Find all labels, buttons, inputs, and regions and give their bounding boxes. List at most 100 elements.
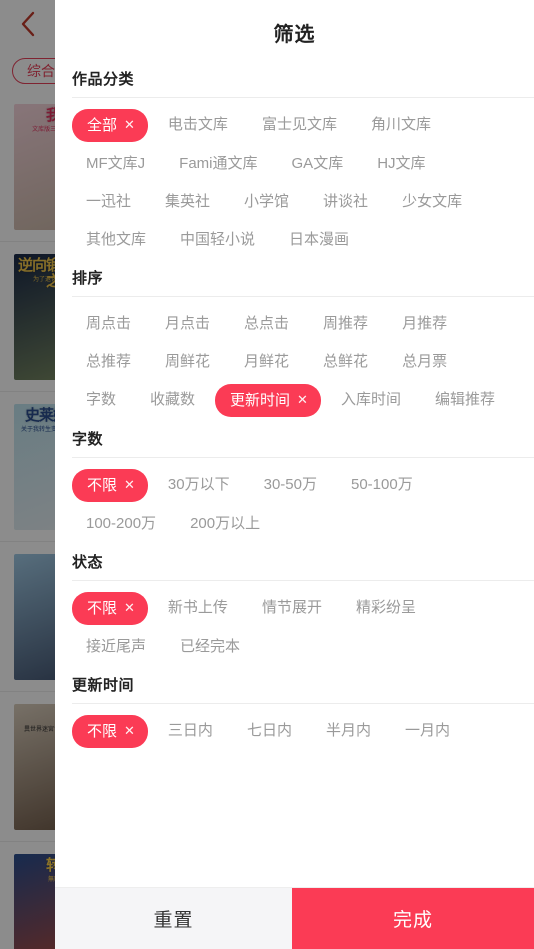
filter-tag[interactable]: 月推荐 <box>388 308 461 340</box>
filter-tag-label: 一迅社 <box>86 193 132 210</box>
filter-section: 作品分类全部 ✕ 电击文库 富士见文库 角川文库 MF文库J Fami通文库 GA文库 HJ文库… <box>55 64 534 263</box>
filter-tag[interactable]: 七日内 <box>233 715 306 748</box>
filter-tag[interactable]: Fami通文库 <box>165 148 271 180</box>
remove-tag-icon[interactable]: ✕ <box>124 475 135 495</box>
filter-tag-label: 小学馆 <box>244 193 290 210</box>
section-heading: 排序 <box>72 270 104 287</box>
filter-section: 更新时间不限 ✕ 三日内 七日内 半月内 一月内 <box>55 670 534 755</box>
filter-tag[interactable]: 讲谈社 <box>309 186 382 218</box>
filter-tag-label: 30万以下 <box>167 476 230 493</box>
filter-tag-label: 总点击 <box>244 315 290 332</box>
reset-button[interactable]: 重置 <box>55 888 292 949</box>
filter-tag-label: 电击文库 <box>167 116 228 133</box>
section-heading: 字数 <box>72 431 104 448</box>
filter-tag[interactable]: 一迅社 <box>72 186 145 218</box>
filter-tag[interactable]: 100-200万 <box>72 508 170 540</box>
filter-tag-label: 集英社 <box>165 193 211 210</box>
remove-tag-icon[interactable]: ✕ <box>124 115 135 135</box>
filter-tag[interactable]: 一月内 <box>391 715 464 748</box>
filter-tag-label: Fami通文库 <box>179 155 258 172</box>
tag-group: 不限 ✕ 三日内 七日内 半月内 一月内 <box>55 704 534 755</box>
filter-section: 状态 不限 ✕ 新书上传 情节展开 精彩纷呈 接近尾声 已经完本 <box>55 547 534 670</box>
filter-tag[interactable]: GA文库 <box>278 148 358 180</box>
filter-tag[interactable]: MF文库J <box>72 148 159 180</box>
filter-tag[interactable]: 日本漫画 <box>275 224 363 256</box>
filter-tag[interactable]: 少女文库 <box>388 186 476 218</box>
filter-tag[interactable]: 总鲜花 <box>309 346 382 378</box>
filter-tag[interactable]: HJ文库 <box>363 148 439 180</box>
page-title: 筛选 <box>55 0 534 64</box>
filter-tag-label: 入库时间 <box>340 391 401 408</box>
filter-tag-label: 不限 <box>87 600 118 617</box>
filter-tag[interactable]: 精彩纷呈 <box>342 592 430 625</box>
filter-tag-selected[interactable]: 更新时间 ✕ <box>215 384 321 417</box>
filter-tag[interactable]: 月鲜花 <box>230 346 303 378</box>
filter-tag-label: 七日内 <box>246 722 292 739</box>
filter-tag[interactable]: 30万以下 <box>154 469 244 502</box>
filter-tag-label: 一月内 <box>404 722 450 739</box>
filter-tag-selected[interactable]: 不限 ✕ <box>72 469 148 502</box>
filter-tag-label: 不限 <box>87 723 118 740</box>
filter-tag-label: 200万以上 <box>190 515 261 532</box>
filter-tag-label: 收藏数 <box>150 391 196 408</box>
filter-tag-label: 周点击 <box>86 315 132 332</box>
filter-tag[interactable]: 其他文库 <box>72 224 160 256</box>
remove-tag-icon[interactable]: ✕ <box>124 598 135 618</box>
filter-tag-selected[interactable]: 全部 ✕ <box>72 109 148 142</box>
filter-tag-selected[interactable]: 不限 ✕ <box>72 715 148 748</box>
section-heading: 更新时间 <box>72 677 135 694</box>
filter-tag[interactable]: 小学馆 <box>230 186 303 218</box>
filter-tag[interactable]: 总月票 <box>388 346 461 378</box>
filter-tag[interactable]: 50-100万 <box>337 469 427 502</box>
filter-section: 排序周点击 月点击 总点击 周推荐 月推荐总推荐 周鲜花 月鲜花 总鲜花 总月票字数 收藏数 更新时… <box>55 263 534 424</box>
filter-tag[interactable]: 入库时间 <box>327 384 415 417</box>
filter-tag[interactable]: 富士见文库 <box>248 109 351 142</box>
section-heading: 作品分类 <box>72 71 135 88</box>
filter-tag[interactable]: 200万以上 <box>176 508 274 540</box>
filter-tag[interactable]: 情节展开 <box>248 592 336 625</box>
filter-tag-label: 富士见文库 <box>261 116 337 133</box>
tag-group: 全部 ✕ 电击文库 富士见文库 角川文库 MF文库J Fami通文库 GA文库 HJ文库一迅社 集… <box>55 98 534 263</box>
filter-tag[interactable]: 月点击 <box>151 308 224 340</box>
filter-tag[interactable]: 中国轻小说 <box>166 224 269 256</box>
filter-tag[interactable]: 集英社 <box>151 186 224 218</box>
remove-tag-icon[interactable]: ✕ <box>124 721 135 741</box>
filter-tag-label: 情节展开 <box>261 599 322 616</box>
filter-sections: 作品分类全部 ✕ 电击文库 富士见文库 角川文库 MF文库J Fami通文库 GA文库 HJ文库… <box>55 64 534 887</box>
filter-tag[interactable]: 新书上传 <box>154 592 242 625</box>
filter-tag-label: 字数 <box>86 391 117 408</box>
filter-tag[interactable]: 角川文库 <box>357 109 445 142</box>
remove-tag-icon[interactable]: ✕ <box>297 390 308 410</box>
filter-tag-label: 其他文库 <box>86 231 147 248</box>
filter-tag[interactable]: 字数 <box>72 384 130 417</box>
filter-tag[interactable]: 总点击 <box>230 308 303 340</box>
filter-tag-label: 50-100万 <box>350 476 413 493</box>
filter-tag[interactable]: 电击文库 <box>154 109 242 142</box>
done-button[interactable]: 完成 <box>292 888 534 949</box>
filter-tag-label: MF文库J <box>86 155 146 172</box>
filter-tag-label: 周推荐 <box>323 315 369 332</box>
filter-tag-label: 周鲜花 <box>165 353 211 370</box>
filter-tag-label: 编辑推荐 <box>434 391 495 408</box>
filter-tag[interactable]: 周点击 <box>72 308 145 340</box>
screen: 综合 我们文库版三年 ヒロイン逆向锻治工匠之路为了退休金我当上了史莱姆转生关于我… <box>0 0 534 949</box>
filter-tag[interactable]: 收藏数 <box>136 384 209 417</box>
filter-tag-label: 角川文库 <box>370 116 431 133</box>
filter-tag[interactable]: 编辑推荐 <box>421 384 509 417</box>
filter-tag[interactable]: 周推荐 <box>309 308 382 340</box>
filter-tag[interactable]: 三日内 <box>154 715 227 748</box>
filter-tag[interactable]: 周鲜花 <box>151 346 224 378</box>
filter-tag-label: 三日内 <box>167 722 213 739</box>
filter-tag-label: 中国轻小说 <box>180 231 256 248</box>
filter-tag[interactable]: 接近尾声 <box>72 631 160 663</box>
filter-tag-label: 新书上传 <box>167 599 228 616</box>
filter-tag[interactable]: 30-50万 <box>250 469 331 502</box>
filter-tag-label: 日本漫画 <box>289 231 350 248</box>
filter-tag-selected[interactable]: 不限 ✕ <box>72 592 148 625</box>
tag-group: 周点击 月点击 总点击 周推荐 月推荐总推荐 周鲜花 月鲜花 总鲜花 总月票字数 收藏数 更新时间 ✕… <box>55 297 534 424</box>
filter-tag[interactable]: 半月内 <box>312 715 385 748</box>
filter-section: 字数不限 ✕ 30万以下 30-50万 50-100万 100-200万 200万以上 <box>55 424 534 547</box>
filter-tag[interactable]: 总推荐 <box>72 346 145 378</box>
filter-tag-label: 月推荐 <box>402 315 448 332</box>
filter-tag[interactable]: 已经完本 <box>166 631 254 663</box>
